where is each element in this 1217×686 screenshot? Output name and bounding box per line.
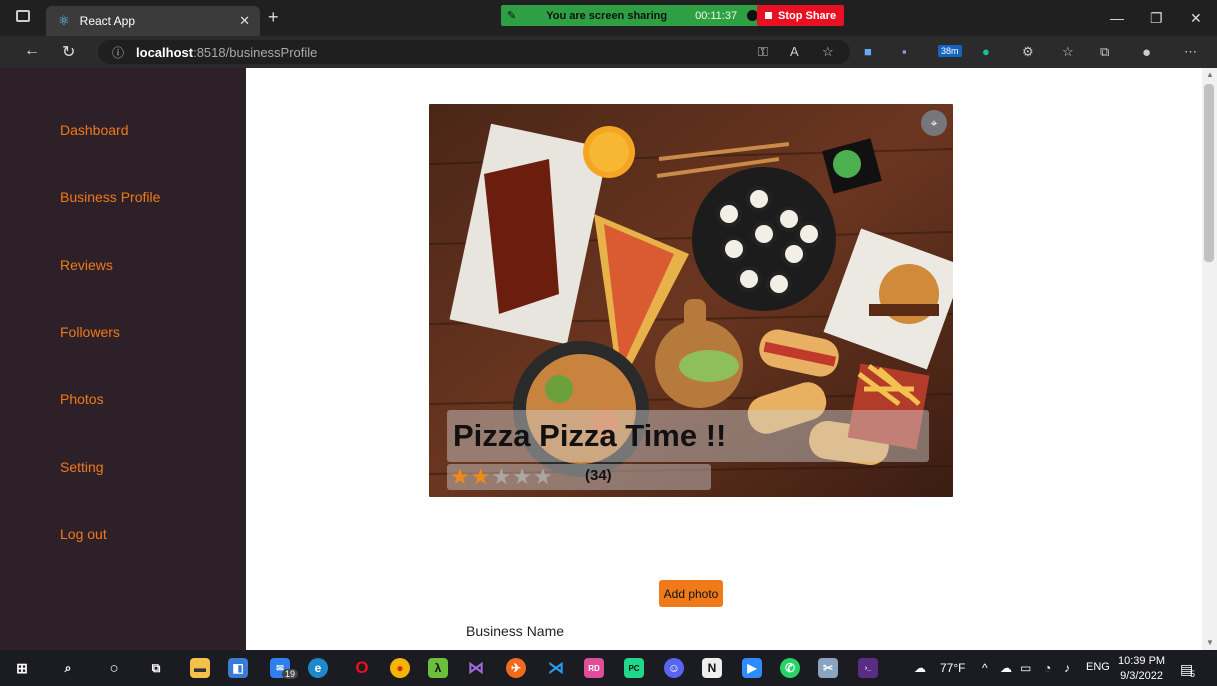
browser-tab-bar: ⚛ React App ✕ + ✎ You are screen sharing… (0, 0, 1217, 36)
weather-icon[interactable]: ☁ (914, 661, 926, 675)
lambda-icon[interactable]: λ (428, 658, 448, 678)
more-options-icon[interactable]: ⋯ (1184, 44, 1197, 60)
review-count: (34) (585, 467, 612, 484)
profile-avatar-icon[interactable]: ● (1142, 44, 1151, 61)
extensions-puzzle-icon[interactable]: ⚙ (1022, 44, 1034, 60)
stop-icon (765, 12, 772, 19)
language-indicator[interactable]: ENG (1086, 661, 1110, 673)
notion-icon[interactable]: N (702, 658, 722, 678)
minimize-icon[interactable]: — (1110, 10, 1124, 26)
clock-time: 10:39 PM (1118, 655, 1166, 667)
back-icon[interactable]: ← (24, 42, 40, 60)
pycharm-icon[interactable]: PC (624, 658, 644, 678)
scrollbar-thumb[interactable] (1204, 84, 1214, 262)
business-name-label: Business Name (466, 623, 565, 639)
favorites-icon[interactable]: ☆ (1062, 44, 1074, 60)
tab-actions-icon[interactable] (16, 10, 30, 22)
stop-share-button[interactable]: Stop Share (757, 5, 845, 26)
close-tab-icon[interactable]: ✕ (239, 13, 250, 29)
mail-badge: 19 (282, 669, 299, 679)
star-icon: ★ (450, 464, 471, 489)
grammarly-icon[interactable]: ● (982, 44, 990, 59)
discord-icon[interactable]: ☺ (664, 658, 684, 678)
system-clock[interactable]: 10:39 PM 9/3/2022 (1118, 654, 1165, 684)
extension-icon[interactable]: ■ (864, 44, 872, 59)
add-photo-button[interactable]: Add photo (659, 580, 723, 607)
sidebar-item-setting[interactable]: Setting (60, 459, 104, 475)
sidebar-item-business-profile[interactable]: Business Profile (60, 189, 160, 205)
sharing-text: You are screen sharing (546, 9, 668, 22)
star-icon: ★ (491, 464, 513, 489)
extension-dots-icon[interactable]: ▪ (902, 44, 907, 59)
restore-icon[interactable]: ❐ (1150, 10, 1163, 27)
sidebar-item-followers[interactable]: Followers (60, 324, 120, 340)
sidebar-item-photos[interactable]: Photos (60, 391, 104, 407)
sidebar: Dashboard Business Profile Reviews Follo… (0, 68, 246, 650)
sharing-timer: 00:11:37 (695, 9, 738, 22)
windows-taskbar: ⊞ ⌕ ○ ⧉ ▬ ◧ ✉ 19 e O ● λ ⋈ ✈ ⋊ RD PC ☺ N… (0, 650, 1217, 686)
info-icon[interactable]: ⓘ (112, 44, 124, 61)
file-explorer-icon[interactable]: ▬ (190, 658, 210, 678)
read-aloud-icon[interactable]: A (790, 44, 799, 59)
weather-temp[interactable]: 77°F (940, 661, 965, 675)
whatsapp-icon[interactable]: ✆ (780, 658, 800, 678)
stop-share-label: Stop Share (778, 9, 837, 22)
battery-icon[interactable]: ▭ (1020, 661, 1031, 675)
store-icon[interactable]: ◧ (228, 658, 248, 678)
chrome-icon[interactable]: ● (390, 658, 410, 678)
windows-start-icon[interactable]: ⊞ (12, 658, 32, 678)
tab-title: React App (79, 14, 136, 28)
scroll-down-icon[interactable]: ▼ (1206, 638, 1214, 647)
new-tab-icon[interactable]: + (268, 7, 279, 28)
sidebar-item-dashboard[interactable]: Dashboard (60, 122, 129, 138)
show-hidden-icons-icon[interactable]: ^ (982, 661, 988, 675)
star-rating: ★★★★★ (450, 464, 554, 490)
screen-share-banner: ✎ You are screen sharing 00:11:37 (501, 5, 765, 26)
key-icon[interactable]: ⚿ (758, 44, 768, 60)
rider-icon[interactable]: RD (584, 658, 604, 678)
sidebar-item-log-out[interactable]: Log out (60, 526, 107, 542)
url-path: :8518/businessProfile (193, 44, 318, 60)
wifi-icon[interactable]: ◔ (1044, 661, 1051, 675)
star-icon: ★ (532, 464, 554, 489)
opera-icon[interactable]: O (352, 658, 372, 678)
zoom-icon[interactable]: ▶ (742, 658, 762, 678)
pen-icon[interactable]: ✎ (507, 9, 516, 22)
visual-studio-icon[interactable]: ⋈ (466, 658, 486, 678)
task-view-icon[interactable]: ⧉ (146, 658, 166, 678)
browser-tab[interactable]: ⚛ React App ✕ (46, 6, 260, 36)
scroll-up-icon[interactable]: ▲ (1206, 70, 1214, 79)
address-toolbar: ← ↻ ⓘ localhost :8518/businessProfile ⚿ … (0, 36, 1217, 68)
star-icon: ★ (512, 464, 533, 489)
refresh-icon[interactable]: ↻ (62, 42, 75, 62)
visual-search-icon[interactable]: ⌖ (921, 110, 947, 136)
address-bar[interactable]: ⓘ localhost :8518/businessProfile (98, 40, 850, 64)
sidebar-item-reviews[interactable]: Reviews (60, 257, 113, 273)
volume-icon[interactable]: ♪ (1064, 661, 1070, 675)
vscode-icon[interactable]: ⋊ (546, 658, 566, 678)
edge-icon[interactable]: e (308, 658, 328, 678)
snipping-tool-icon[interactable]: ✂ (818, 658, 838, 678)
cortana-icon[interactable]: ○ (104, 658, 124, 678)
business-title: Pizza Pizza Time !! (453, 418, 727, 453)
react-icon: ⚛ (58, 13, 70, 28)
notifications-badge: 5 (1190, 669, 1196, 679)
clock-date: 9/3/2022 (1120, 670, 1163, 682)
collections-icon[interactable]: ⧉ (1100, 44, 1109, 60)
search-icon[interactable]: ⌕ (58, 658, 78, 678)
terminal-icon[interactable]: ›_ (858, 658, 878, 678)
onedrive-icon[interactable]: ☁ (1000, 661, 1012, 675)
close-window-icon[interactable]: ✕ (1190, 10, 1202, 27)
timer-extension-icon[interactable]: 38m (938, 45, 962, 57)
url-host: localhost (136, 44, 194, 60)
star-icon: ★ (470, 464, 492, 489)
favorite-add-icon[interactable]: ☆ (822, 44, 834, 60)
postman-icon[interactable]: ✈ (506, 658, 526, 678)
